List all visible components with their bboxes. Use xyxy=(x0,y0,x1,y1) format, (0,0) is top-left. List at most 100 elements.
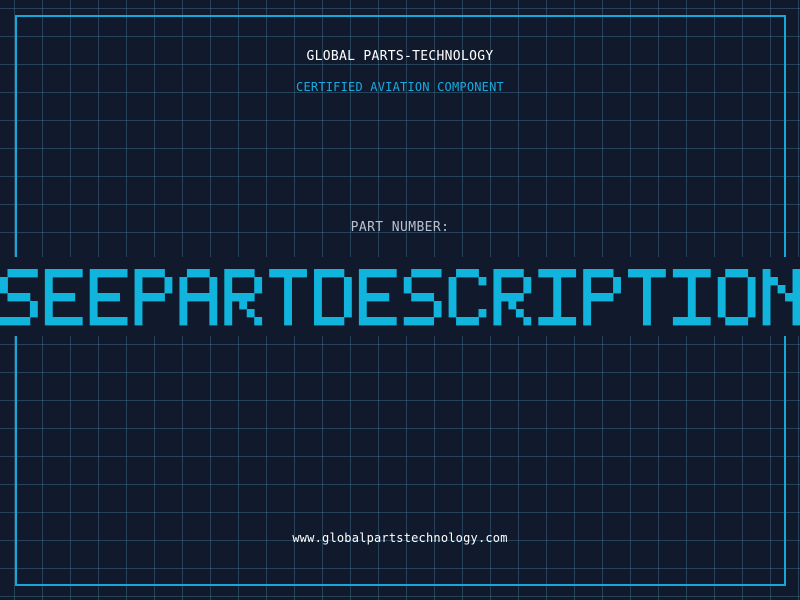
part-number-pixel xyxy=(702,317,711,326)
part-number-pixel xyxy=(762,317,771,326)
part-number-pixel xyxy=(89,277,98,286)
part-number-pixel xyxy=(29,301,38,310)
part-number-pixel xyxy=(44,301,53,310)
part-number-pixel xyxy=(448,277,457,286)
part-number-pixel xyxy=(52,317,61,326)
part-number-pixel xyxy=(328,269,337,278)
part-number-pixel xyxy=(590,269,599,278)
part-number-pixel xyxy=(179,293,188,302)
part-number-pixel xyxy=(695,269,704,278)
part-number-pixel xyxy=(201,269,210,278)
part-number-pixel xyxy=(358,293,367,302)
part-number-pixel xyxy=(134,309,143,318)
part-number-pixel xyxy=(553,293,562,302)
part-number-pixel xyxy=(732,317,741,326)
part-number-pixel xyxy=(44,309,53,318)
part-number-pixel xyxy=(388,269,397,278)
part-number-pixel xyxy=(321,317,330,326)
part-number-pixel xyxy=(613,277,621,286)
part-number-pixel xyxy=(657,269,666,278)
part-number-pixel xyxy=(134,269,143,278)
part-number-pixel xyxy=(97,317,106,326)
part-number-char xyxy=(0,269,38,326)
part-number-pixel xyxy=(157,269,165,278)
part-number-pixel xyxy=(583,269,592,278)
part-number-pixel xyxy=(119,269,128,278)
part-number-pixel xyxy=(134,285,143,294)
part-number-pixel xyxy=(44,285,53,294)
part-number-pixel xyxy=(456,269,464,278)
part-number-pixel xyxy=(284,309,292,318)
part-number-pixel xyxy=(426,293,435,302)
part-number-pixel xyxy=(67,269,76,278)
part-number-pixel xyxy=(642,317,651,326)
part-number-pixel xyxy=(605,293,614,302)
part-number-pixel xyxy=(186,269,195,278)
part-number-pixel xyxy=(523,277,532,286)
part-number-pixel xyxy=(29,309,38,318)
part-number-pixel xyxy=(545,269,554,278)
part-number-pixel xyxy=(560,269,569,278)
part-number-pixel xyxy=(284,269,292,278)
part-number-pixel xyxy=(553,301,562,310)
part-number-pixel xyxy=(358,309,367,318)
part-number-pixel xyxy=(224,317,233,326)
part-number-pixel xyxy=(67,293,76,302)
part-number-pixel xyxy=(179,301,188,310)
part-number-pixel xyxy=(456,317,464,326)
part-number-pixel xyxy=(209,301,218,310)
part-number-pixel xyxy=(254,277,263,286)
part-number-pixel xyxy=(104,293,113,302)
part-number-pixel xyxy=(67,317,76,326)
part-number-pixel xyxy=(740,317,749,326)
part-number-pixel xyxy=(493,285,502,294)
part-number-pixel xyxy=(411,269,420,278)
part-number-char xyxy=(448,269,487,326)
part-number-pixel xyxy=(164,285,173,294)
part-number-pixel xyxy=(239,269,248,278)
part-number-pixel xyxy=(246,293,255,302)
part-number-pixel xyxy=(523,317,532,326)
part-number-pixel xyxy=(59,293,68,302)
part-number-pixel xyxy=(695,317,704,326)
part-number-pixel xyxy=(134,277,143,286)
part-number-pixel xyxy=(373,293,382,302)
part-number-pixel xyxy=(680,269,689,278)
part-number-pixel xyxy=(224,309,233,318)
label-canvas: GLOBAL PARTS-TECHNOLOGY CERTIFIED AVIATI… xyxy=(0,0,800,600)
part-number-pixel xyxy=(628,269,636,278)
part-number-pixel xyxy=(97,269,106,278)
part-number-pixel xyxy=(560,317,569,326)
part-number-pixel xyxy=(284,277,292,286)
part-number-pixel xyxy=(553,269,562,278)
part-number-pixel xyxy=(672,269,681,278)
part-number-pixel xyxy=(112,317,121,326)
part-number-pixel xyxy=(613,285,621,294)
part-number-pixel xyxy=(104,317,113,326)
part-number-pixel xyxy=(680,317,689,326)
part-number-pixel xyxy=(493,301,502,310)
part-number-label: PART NUMBER: xyxy=(350,220,450,235)
part-number-pixel xyxy=(44,277,53,286)
part-number-pixel xyxy=(134,293,143,302)
part-number-pixel xyxy=(112,293,121,302)
part-number-pixel xyxy=(291,269,300,278)
part-number-pixel xyxy=(717,285,726,294)
part-number-char xyxy=(717,269,756,326)
part-number-pixel xyxy=(471,269,479,278)
part-number-pixel xyxy=(224,285,233,294)
part-number-pixel xyxy=(448,293,457,302)
part-number-pixel xyxy=(740,269,749,278)
part-number-pixel xyxy=(598,269,607,278)
part-number-pixel xyxy=(119,317,128,326)
part-number-pixel xyxy=(179,277,188,286)
part-number-pixel xyxy=(583,285,592,294)
part-number-pixel xyxy=(717,309,726,318)
part-number-pixel xyxy=(59,269,68,278)
part-number-pixel xyxy=(568,317,577,326)
part-number-pixel xyxy=(747,293,756,302)
part-number-pixel xyxy=(44,317,53,326)
part-number-pixel xyxy=(381,269,390,278)
part-number-pixel xyxy=(179,285,188,294)
part-number-pixel xyxy=(14,293,23,302)
